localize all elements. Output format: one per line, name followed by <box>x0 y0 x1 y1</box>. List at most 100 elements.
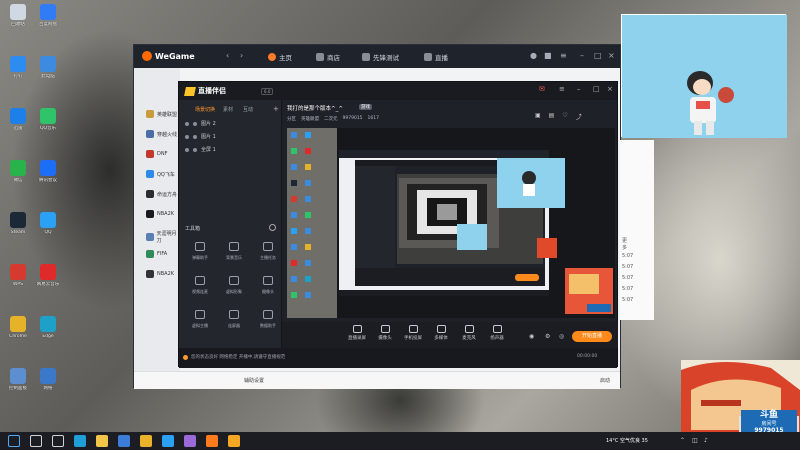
wegame-game-item[interactable]: NBA2K <box>146 270 174 278</box>
tool-icon[interactable] <box>263 276 273 285</box>
more-link[interactable]: 更多 <box>622 237 627 251</box>
start-icon[interactable] <box>8 435 20 447</box>
settings-icon[interactable]: ≡ <box>560 51 567 60</box>
wegame-game-item[interactable]: 天涯明月刀 <box>146 230 180 244</box>
bag-icon[interactable]: ▣ <box>535 112 541 121</box>
lock-icon[interactable] <box>193 134 197 139</box>
tools-settings-icon[interactable] <box>269 224 276 231</box>
nav-store[interactable]: 商店 <box>316 52 340 62</box>
desktop-icon[interactable]: 钉钉 <box>3 56 33 79</box>
desktop-icon[interactable]: 网络 <box>33 368 63 391</box>
live-preview[interactable] <box>287 128 615 318</box>
tab-interact[interactable]: 互动 <box>243 106 253 113</box>
wegame-game-item[interactable]: 穿越火线 <box>146 130 177 138</box>
toolbar-item[interactable]: 多媒体 <box>428 325 454 341</box>
wegame-game-item[interactable]: 英雄联盟 <box>146 110 177 118</box>
tool-icon[interactable] <box>263 242 273 251</box>
wegame-game-item[interactable]: QQ飞车 <box>146 170 175 178</box>
nav-home[interactable]: 主页 <box>268 52 292 62</box>
desktop-icon[interactable]: 迅雷 <box>3 108 33 131</box>
eye-icon[interactable] <box>185 134 189 139</box>
toolbar-item[interactable]: 摄像头 <box>372 325 398 341</box>
toolbar-item[interactable]: 扬声器 <box>484 325 510 341</box>
lock-icon[interactable]: ▤ <box>549 112 555 121</box>
desktop-icon[interactable]: 控制面板 <box>3 368 33 391</box>
launch-link[interactable]: 启动 <box>600 377 610 384</box>
wegame-game-item[interactable]: 命运方舟 <box>146 190 177 198</box>
wegame-icon[interactable] <box>206 435 218 447</box>
volume-icon[interactable]: ♪ <box>704 437 708 444</box>
tool-icon[interactable] <box>229 276 239 285</box>
maximize-icon[interactable]: □ <box>593 85 600 93</box>
close-icon[interactable]: × <box>607 85 613 93</box>
desktop-icon[interactable]: Chrome <box>3 316 33 339</box>
minimize-icon[interactable]: – <box>577 85 581 93</box>
desktop-icon[interactable]: 此电脑 <box>33 56 63 79</box>
eye-icon[interactable] <box>185 147 189 152</box>
desktop-icon[interactable]: 微信 <box>3 160 33 183</box>
minimize-icon[interactable]: – <box>580 51 584 60</box>
wegame-game-item[interactable]: DNF <box>146 150 167 158</box>
tool-icon[interactable] <box>229 310 239 319</box>
search-icon[interactable] <box>30 435 42 447</box>
toolbar-item[interactable]: 手机投屏 <box>400 325 426 341</box>
store-icon[interactable] <box>118 435 130 447</box>
scene-row[interactable]: 图片 1 <box>185 133 216 140</box>
vs-icon[interactable] <box>184 435 196 447</box>
tool-icon[interactable] <box>195 310 205 319</box>
lock-icon[interactable] <box>193 147 197 152</box>
streamer-icon[interactable] <box>228 435 240 447</box>
desktop-icon[interactable]: QQ音乐 <box>33 108 63 131</box>
chrome-icon[interactable] <box>140 435 152 447</box>
more-icon[interactable]: ◎ <box>559 333 564 340</box>
toolbar-item[interactable]: 麦克风 <box>456 325 482 341</box>
desktop-icon[interactable]: 网易云音乐 <box>33 264 63 287</box>
tool-icon[interactable] <box>229 242 239 251</box>
share-icon[interactable]: ⤴ <box>576 112 582 121</box>
nav-pioneer[interactable]: 先锋测试 <box>362 52 399 62</box>
mic-settings-icon[interactable]: ◉ <box>529 333 534 340</box>
desktop-icon[interactable]: Edge <box>33 316 63 339</box>
edge-icon[interactable] <box>74 435 86 447</box>
weather-widget[interactable]: 14°C 空气优良 35 <box>606 437 648 444</box>
settings-icon[interactable]: ⚙ <box>545 333 550 340</box>
network-icon[interactable]: ◫ <box>692 437 698 444</box>
tray-up-icon[interactable]: ⌃ <box>680 437 685 444</box>
gift-icon[interactable]: ■ <box>544 51 552 60</box>
qq-game-icon[interactable] <box>162 435 174 447</box>
toolbar-item[interactable]: 直播录屏 <box>344 325 370 341</box>
desktop-icon[interactable]: WPS <box>3 264 33 287</box>
menu-icon[interactable]: ≡ <box>559 85 565 93</box>
tab-scene[interactable]: 场景切换 <box>195 106 215 113</box>
tool-icon[interactable] <box>263 310 273 319</box>
desktop-icon[interactable]: Steam <box>3 212 33 235</box>
scene-row[interactable]: 全屏 1 <box>185 146 216 153</box>
tool-icon[interactable] <box>195 276 205 285</box>
wegame-game-item[interactable]: NBA2K <box>146 210 174 218</box>
add-scene-icon[interactable]: + <box>273 105 279 113</box>
file-explorer-icon[interactable] <box>96 435 108 447</box>
lock-icon[interactable] <box>193 121 197 126</box>
desktop-icon[interactable]: QQ <box>33 212 63 235</box>
desktop-icon[interactable]: 百度网盘 <box>33 4 63 27</box>
wegame-game-item[interactable]: FIFA <box>146 250 167 258</box>
settings-link[interactable]: 辅助设置 <box>244 377 264 384</box>
stream-title[interactable]: 我打的是那个版本^_^ <box>287 104 343 112</box>
notification-icon[interactable]: ● <box>530 51 537 60</box>
desktop-icon[interactable]: 回收站 <box>3 4 33 27</box>
desktop-icon[interactable]: 腾讯会议 <box>33 160 63 183</box>
scene-row[interactable]: 图片 2 <box>185 120 216 127</box>
heart-icon[interactable]: ♡ <box>562 112 567 121</box>
forward-icon[interactable]: › <box>240 51 243 60</box>
mail-icon[interactable]: ✉ <box>539 85 545 93</box>
nav-live[interactable]: 直播 <box>424 52 448 62</box>
task-view-icon[interactable] <box>52 435 64 447</box>
start-live-button[interactable]: 开始直播 <box>572 331 612 342</box>
tab-material[interactable]: 素材 <box>223 106 233 113</box>
back-icon[interactable]: ‹ <box>226 51 229 60</box>
toolbar-icon <box>492 325 502 333</box>
maximize-icon[interactable]: □ <box>594 51 602 60</box>
eye-icon[interactable] <box>185 121 189 126</box>
close-icon[interactable]: × <box>608 51 615 60</box>
tool-icon[interactable] <box>195 242 205 251</box>
